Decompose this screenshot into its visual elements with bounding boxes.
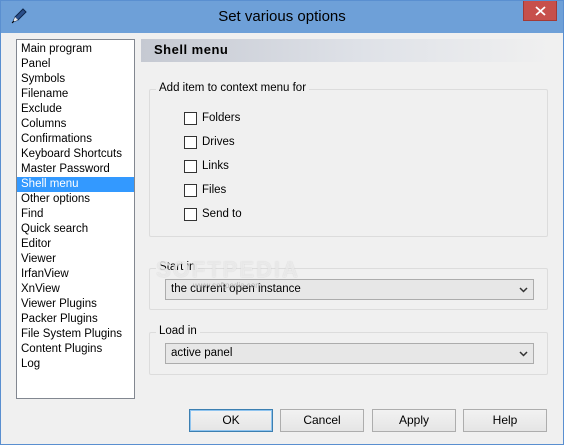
load-in-group: Load in active panel	[149, 325, 548, 375]
nav-item-confirmations[interactable]: Confirmations	[17, 132, 134, 147]
nav-item-quick-search[interactable]: Quick search	[17, 222, 134, 237]
drives-checkbox[interactable]	[184, 135, 197, 149]
options-category-list[interactable]: Main program Panel Symbols Filename Exclude C…	[16, 39, 135, 399]
nav-item-file-system-plugins[interactable]: File System Plugins	[17, 327, 134, 342]
context-menu-group-label: Add item to context menu for	[156, 82, 310, 94]
drives-label: Drives	[202, 136, 235, 148]
nav-item-log[interactable]: Log	[17, 357, 134, 372]
load-in-value: active panel	[171, 347, 233, 359]
nav-item-columns[interactable]: Columns	[17, 117, 134, 132]
nav-item-master-password[interactable]: Master Password	[17, 162, 134, 177]
window-title: Set various options	[218, 8, 346, 25]
files-label: Files	[202, 184, 227, 196]
section-title: Shell menu	[154, 42, 229, 57]
watermark: SOFTPEDIA	[156, 257, 300, 282]
options-dialog: Set various options Main program Panel Sym…	[0, 0, 564, 445]
load-in-label: Load in	[156, 325, 200, 337]
nav-item-symbols[interactable]: Symbols	[17, 72, 134, 87]
links-checkbox-row[interactable]: Links	[184, 159, 229, 173]
load-in-dropdown[interactable]: active panel	[165, 343, 534, 364]
nav-item-filename[interactable]: Filename	[17, 87, 134, 102]
nav-item-exclude[interactable]: Exclude	[17, 102, 134, 117]
nav-item-keyboard-shortcuts[interactable]: Keyboard Shortcuts	[17, 147, 134, 162]
context-menu-group: Add item to context menu for Folders Dri…	[149, 82, 548, 237]
nav-item-packer-plugins[interactable]: Packer Plugins	[17, 312, 134, 327]
close-icon	[535, 6, 546, 16]
nav-item-viewer[interactable]: Viewer	[17, 252, 134, 267]
nav-item-xnview[interactable]: XnView	[17, 282, 134, 297]
help-button[interactable]: Help	[463, 409, 547, 432]
close-button[interactable]	[523, 1, 557, 21]
nav-item-shell-menu[interactable]: Shell menu	[17, 177, 134, 192]
nav-item-content-plugins[interactable]: Content Plugins	[17, 342, 134, 357]
nav-item-main-program[interactable]: Main program	[17, 42, 134, 57]
chevron-down-icon	[519, 287, 528, 293]
files-checkbox-row[interactable]: Files	[184, 183, 226, 197]
send-to-label: Send to	[202, 208, 242, 220]
links-checkbox[interactable]	[184, 159, 197, 173]
folders-checkbox-row[interactable]: Folders	[184, 111, 240, 125]
links-label: Links	[202, 160, 229, 172]
send-to-checkbox-row[interactable]: Send to	[184, 207, 242, 221]
section-header: Shell menu	[141, 39, 551, 62]
files-checkbox[interactable]	[184, 183, 197, 197]
nav-item-viewer-plugins[interactable]: Viewer Plugins	[17, 297, 134, 312]
nav-item-other-options[interactable]: Other options	[17, 192, 134, 207]
nav-item-editor[interactable]: Editor	[17, 237, 134, 252]
nav-item-find[interactable]: Find	[17, 207, 134, 222]
send-to-checkbox[interactable]	[184, 207, 197, 221]
chevron-down-icon	[519, 351, 528, 357]
drives-checkbox-row[interactable]: Drives	[184, 135, 235, 149]
ok-button[interactable]: OK	[189, 409, 273, 432]
apply-button[interactable]: Apply	[372, 409, 456, 432]
watermark-url: www.softpedia.com	[193, 281, 262, 290]
nav-item-irfanview[interactable]: IrfanView	[17, 267, 134, 282]
folders-checkbox[interactable]	[184, 111, 197, 125]
title-bar: Set various options	[1, 1, 563, 33]
nav-item-panel[interactable]: Panel	[17, 57, 134, 72]
cancel-button[interactable]: Cancel	[280, 409, 364, 432]
folders-label: Folders	[202, 112, 241, 124]
